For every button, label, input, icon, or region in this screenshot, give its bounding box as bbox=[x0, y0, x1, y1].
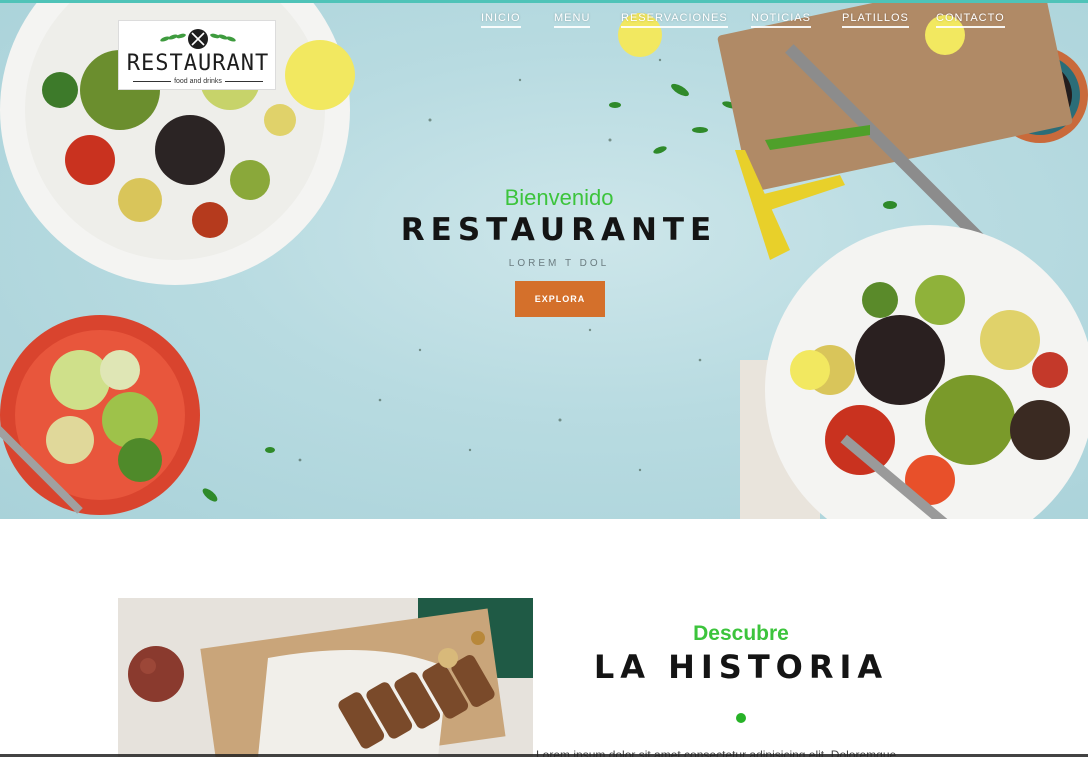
explore-button[interactable]: EXPLORA bbox=[515, 281, 605, 317]
top-accent-line bbox=[0, 0, 1088, 3]
hero-subtitle: LOREM T DOL bbox=[508, 258, 610, 269]
nav-item-menu[interactable]: MENU bbox=[554, 11, 591, 28]
hero-welcome: Bienvenido bbox=[504, 185, 614, 210]
section-dot-divider bbox=[736, 713, 746, 723]
nav-item-platillos[interactable]: PLATILLOS bbox=[842, 11, 909, 28]
fork-knife-laurel-icon bbox=[160, 29, 236, 49]
nav-item-reservaciones[interactable]: RESERVACIONES bbox=[621, 11, 728, 28]
site-logo[interactable]: RESTAURANT food and drinks bbox=[118, 20, 276, 90]
story-image bbox=[118, 598, 533, 757]
nav-item-inicio[interactable]: INICIO bbox=[481, 11, 521, 28]
logo-rule-right bbox=[225, 81, 263, 82]
bread-photo bbox=[118, 598, 533, 757]
story-kicker: Descubre bbox=[693, 622, 789, 645]
logo-wordmark: RESTAURANT bbox=[126, 51, 270, 76]
story-title: LA HISTORIA bbox=[593, 648, 889, 686]
nav-item-contacto[interactable]: CONTACTO bbox=[936, 11, 1005, 28]
nav-item-noticias[interactable]: NOTICIAS bbox=[751, 11, 811, 28]
hero-title: RESTAURANTE bbox=[400, 212, 718, 248]
